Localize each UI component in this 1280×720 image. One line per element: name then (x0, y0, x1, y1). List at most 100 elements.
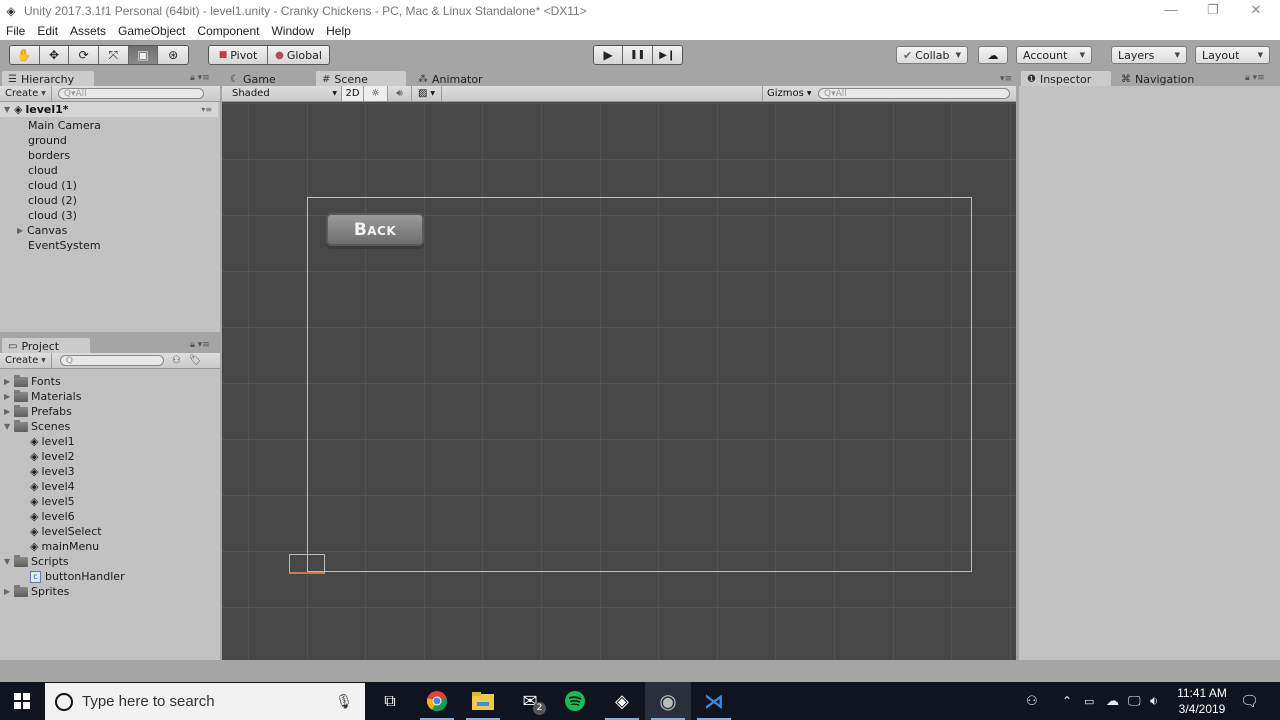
back-button-sprite[interactable]: Back (326, 213, 424, 246)
microphone-icon[interactable]: 🎙︎ (335, 694, 353, 710)
hierarchy-create-dropdown[interactable]: Create ▼ (0, 86, 52, 101)
task-view-button[interactable]: ⧉ (367, 682, 413, 720)
cloud-button[interactable]: ☁ (978, 46, 1008, 64)
start-button[interactable] (0, 682, 44, 720)
toggle-2d-button[interactable]: 2D (342, 86, 364, 101)
panel-options-icon[interactable]: ▾≡ (1000, 74, 1012, 84)
tab-scene[interactable]: # Scene (316, 71, 406, 87)
rect-tool-button[interactable]: ▣ (128, 46, 159, 64)
expand-arrow-icon[interactable]: ▶ (4, 392, 14, 401)
expand-arrow-icon[interactable]: ▶ (4, 377, 14, 386)
hierarchy-item[interactable]: cloud (1) (28, 178, 77, 193)
minimize-button[interactable]: — (1148, 0, 1194, 22)
hierarchy-search-input[interactable]: Q▾All (57, 88, 204, 99)
menu-component[interactable]: Component (197, 24, 259, 38)
expand-arrow-icon[interactable]: ▶ (4, 587, 14, 596)
account-dropdown[interactable]: Account ▼ (1016, 46, 1092, 64)
onedrive-icon[interactable]: ☁ (1106, 682, 1119, 720)
transform-tool-button[interactable]: ⊛ (158, 46, 188, 64)
network-icon[interactable]: 🖵︎ (1128, 682, 1141, 720)
menu-gameobject[interactable]: GameObject (118, 24, 185, 38)
hierarchy-scene-row[interactable]: ▼ ◈ level1* ▾≡ (0, 102, 218, 117)
taskbar-search-box[interactable]: Type here to search 🎙︎ (45, 683, 365, 720)
project-search-input[interactable]: Q (59, 355, 164, 366)
taskbar-clock[interactable]: 11:41 AM 3/4/2019 (1172, 685, 1232, 717)
camera-gizmo[interactable] (289, 554, 325, 574)
collapse-arrow-icon[interactable]: ▼ (4, 557, 14, 566)
project-scene-item[interactable]: ◈ levelSelect (30, 524, 102, 539)
project-folder-scenes[interactable]: ▼ Scenes (4, 419, 70, 434)
taskbar-mail[interactable]: ✉ 2 (507, 682, 553, 720)
scene-view[interactable]: Back (222, 102, 1016, 660)
hierarchy-item-canvas[interactable]: ▶ Canvas (17, 223, 67, 238)
scene-options-icon[interactable]: ▾≡ (201, 105, 212, 114)
restore-button[interactable]: ❐ (1190, 0, 1236, 22)
collab-dropdown[interactable]: ✔ Collab ▼ (896, 46, 968, 64)
lock-icon[interactable]: 🔒︎ ▾≡ (190, 73, 210, 83)
close-button[interactable]: ✕ (1233, 0, 1279, 22)
show-hidden-icons-button[interactable]: ⌃ (1062, 682, 1072, 720)
hierarchy-item[interactable]: EventSystem (28, 238, 101, 253)
project-folder-prefabs[interactable]: ▶ Prefabs (4, 404, 72, 419)
project-scene-item[interactable]: ◈ level4 (30, 479, 75, 494)
tab-hierarchy[interactable]: ☰ Hierarchy (2, 71, 94, 87)
taskbar-unity[interactable]: ◈ (599, 682, 645, 720)
filter-by-type-icon[interactable]: ⚇ (172, 355, 181, 366)
taskbar-spotify[interactable] (552, 682, 598, 720)
lighting-toggle[interactable]: ☼ (364, 86, 388, 101)
project-scene-item[interactable]: ◈ level3 (30, 464, 75, 479)
filter-by-label-icon[interactable]: 🏷︎ (189, 355, 202, 366)
project-scene-item[interactable]: ◈ level1 (30, 434, 75, 449)
project-scene-item[interactable]: ◈ level2 (30, 449, 75, 464)
expand-arrow-icon[interactable]: ▼ (4, 105, 14, 114)
audio-toggle[interactable]: 🔊︎ (388, 86, 412, 101)
hierarchy-item[interactable]: cloud (3) (28, 208, 77, 223)
battery-icon[interactable]: ▭ (1084, 682, 1094, 720)
project-script-item[interactable]: c buttonHandler (30, 569, 125, 584)
hierarchy-item[interactable]: ground (28, 133, 67, 148)
lock-icon[interactable]: 🔒︎ ▾≡ (190, 340, 210, 350)
lock-icon[interactable]: 🔒︎ ▾≡ (1245, 73, 1265, 83)
step-button[interactable]: ▶❙ (652, 46, 682, 64)
hierarchy-item[interactable]: Main Camera (28, 118, 101, 133)
expand-arrow-icon[interactable]: ▶ (4, 407, 14, 416)
shading-mode-dropdown[interactable]: Shaded ▼ (222, 86, 342, 101)
pivot-toggle[interactable]: ■ Pivot (209, 46, 269, 64)
hierarchy-item[interactable]: cloud (28, 163, 58, 178)
collapse-arrow-icon[interactable]: ▼ (4, 422, 14, 431)
tab-animator[interactable]: ⁂ Animator (412, 71, 502, 87)
global-toggle[interactable]: ● Global (268, 46, 329, 64)
move-tool-button[interactable]: ✥ (39, 46, 70, 64)
volume-icon[interactable]: 🔉︎ (1150, 682, 1158, 720)
project-folder-materials[interactable]: ▶ Materials (4, 389, 81, 404)
project-folder-fonts[interactable]: ▶ Fonts (4, 374, 61, 389)
menu-file[interactable]: File (6, 24, 25, 38)
menu-edit[interactable]: Edit (37, 24, 58, 38)
tab-project[interactable]: ▭ Project (2, 338, 90, 354)
gizmos-dropdown[interactable]: Gizmos ▼ (762, 86, 814, 101)
layers-dropdown[interactable]: Layers ▼ (1111, 46, 1187, 64)
taskbar-file-explorer[interactable] (460, 682, 506, 720)
left-splitter[interactable] (220, 70, 222, 660)
play-button[interactable]: ▶ (594, 46, 624, 64)
project-folder-sprites[interactable]: ▶ Sprites (4, 584, 69, 599)
tab-inspector[interactable]: ❶ Inspector (1021, 71, 1111, 87)
taskbar-visual-studio[interactable]: ⋊ (691, 682, 737, 720)
project-scene-item[interactable]: ◈ level6 (30, 509, 75, 524)
right-splitter[interactable] (1016, 70, 1019, 660)
project-folder-scripts[interactable]: ▼ Scripts (4, 554, 69, 569)
scene-search-input[interactable]: Q▾All (818, 88, 1010, 99)
menu-help[interactable]: Help (326, 24, 351, 38)
pause-button[interactable]: ❚❚ (623, 46, 653, 64)
project-create-dropdown[interactable]: Create ▼ (0, 353, 52, 368)
expand-arrow-icon[interactable]: ▶ (17, 226, 27, 235)
layout-dropdown[interactable]: Layout ▼ (1195, 46, 1270, 64)
project-scene-item[interactable]: ◈ level5 (30, 494, 75, 509)
scale-tool-button[interactable]: ⤧ (99, 46, 129, 64)
action-center-icon[interactable]: 🗨︎ (1240, 682, 1259, 720)
menu-assets[interactable]: Assets (70, 24, 106, 38)
menu-window[interactable]: Window (271, 24, 314, 38)
rotate-tool-button[interactable]: ⟳ (69, 46, 100, 64)
hierarchy-item[interactable]: cloud (2) (28, 193, 77, 208)
taskbar-chrome[interactable] (414, 682, 460, 720)
